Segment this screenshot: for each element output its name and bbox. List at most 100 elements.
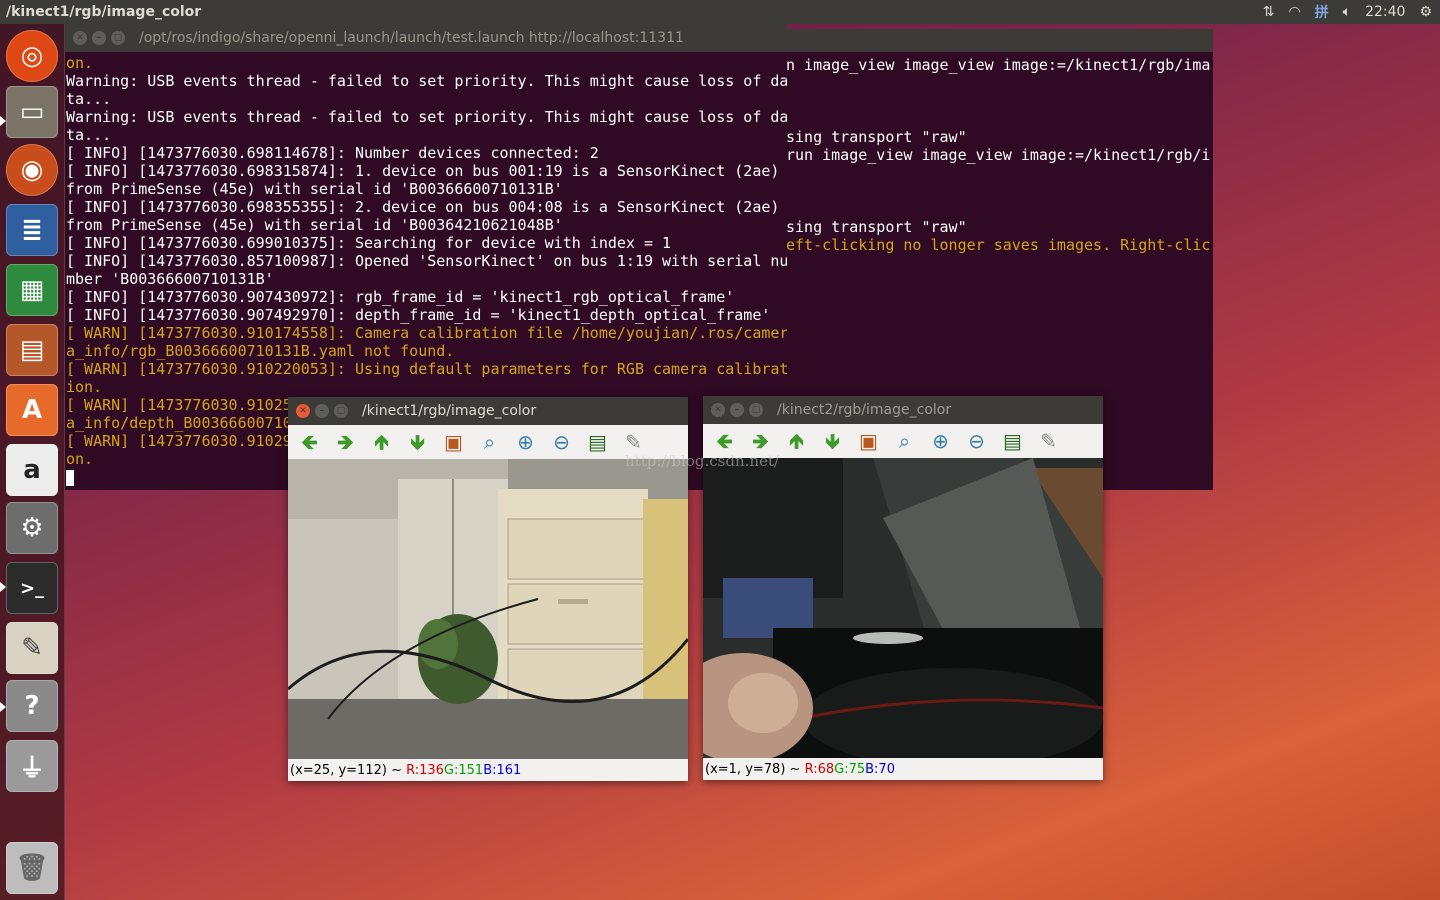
volume-icon[interactable]: 🔈︎ (1343, 4, 1351, 20)
maximize-icon[interactable]: ▢ (749, 403, 763, 417)
save-icon[interactable]: ▤ (999, 429, 1026, 453)
zoom-in-icon[interactable]: ⊕ (512, 430, 539, 454)
image-window-2-titlebar[interactable]: ✕ – ▢ /kinect2/rgb/image_color (703, 396, 1103, 424)
minimize-icon[interactable]: – (92, 31, 106, 45)
text-editor-icon[interactable]: ✎ (6, 622, 58, 674)
close-icon[interactable]: ✕ (73, 31, 87, 45)
help-icon[interactable]: ? (6, 680, 58, 732)
zoom-fit-icon[interactable]: ⌕ (476, 430, 503, 454)
impress-icon[interactable]: ▤ (6, 324, 58, 376)
arrow-up-icon[interactable]: 🡹 (368, 430, 395, 454)
software-center-icon[interactable]: A (6, 384, 58, 436)
indicator-area: ⇅ ◠ 拼 🔈︎ 22:40 ⚙ (1263, 0, 1432, 24)
terminal-line: eft-clicking no longer saves images. Rig… (786, 236, 1211, 254)
trash-icon[interactable]: 🗑︎ (6, 842, 58, 894)
image-window-1-title: /kinect1/rgb/image_color (362, 403, 537, 419)
zoom-out-icon[interactable]: ⊖ (963, 429, 990, 453)
close-icon[interactable]: ✕ (296, 404, 310, 418)
terminal-line: on. (66, 54, 94, 72)
image-window-2-status: (x=1, y=78) ~ R:68 G:75 B:70 (703, 758, 1103, 780)
top-panel: /kinect1/rgb/image_color ⇅ ◠ 拼 🔈︎ 22:40 … (0, 0, 1440, 24)
terminal-icon[interactable]: >_ (6, 562, 58, 614)
terminal-line: n image_view image_view image:=/kinect1/… (786, 56, 1211, 74)
image-icon[interactable]: ▣ (855, 429, 882, 453)
arrow-right-icon[interactable]: 🡺 (332, 430, 359, 454)
amazon-icon[interactable]: a (6, 444, 58, 496)
clock[interactable]: 22:40 (1365, 4, 1405, 20)
terminal-line: ta... (66, 126, 112, 144)
files-icon[interactable]: ▭ (6, 86, 58, 138)
terminal-title: /opt/ros/indigo/share/openni_launch/laun… (139, 30, 684, 46)
close-icon[interactable]: ✕ (711, 403, 725, 417)
pixel-coords: (x=1, y=78) ~ (705, 761, 805, 777)
maximize-icon[interactable]: ▢ (111, 31, 125, 45)
system-settings-icon[interactable]: ⚙ (6, 502, 58, 554)
terminal-line: [ INFO] [1473776030.907492970]: depth_fr… (66, 306, 771, 324)
launcher: ◎ ▭ ◉ ≣ ▦ ▤ A a ⚙ >_ ✎ ? ⏚ 🗑︎ (0, 24, 65, 900)
terminal-line: sing transport "raw" (786, 128, 967, 146)
arrow-down-icon[interactable]: 🡻 (819, 429, 846, 453)
save-icon[interactable]: ▤ (584, 430, 611, 454)
settings-gear-icon[interactable]: ⚙ (1419, 4, 1432, 20)
arrow-left-icon[interactable]: 🡸 (711, 429, 738, 453)
pixel-red: R:68 (804, 761, 835, 777)
terminal-line: [ INFO] [1473776030.857100987]: Opened '… (66, 252, 787, 270)
firefox-icon[interactable]: ◉ (6, 144, 58, 196)
camera-image-kinect2[interactable] (703, 458, 1103, 758)
terminal-line: ion. (66, 378, 103, 396)
terminal-line: from PrimeSense (45e) with serial id 'B0… (66, 216, 563, 234)
maximize-icon[interactable]: ▢ (334, 404, 348, 418)
wifi-icon[interactable]: ◠ (1288, 4, 1300, 20)
brush-icon[interactable]: ✎ (1035, 429, 1062, 453)
terminal-titlebar[interactable]: ✕ – ▢ /opt/ros/indigo/share/openni_launc… (65, 24, 787, 52)
zoom-fit-icon[interactable]: ⌕ (891, 429, 918, 453)
calc-icon[interactable]: ▦ (6, 264, 58, 316)
terminal-line: Warning: USB events thread - failed to s… (66, 108, 787, 126)
image-window-1-titlebar[interactable]: ✕ – ▢ /kinect1/rgb/image_color (288, 397, 688, 425)
arrow-right-icon[interactable]: 🡺 (747, 429, 774, 453)
arrow-down-icon[interactable]: 🡻 (404, 430, 431, 454)
arrow-left-icon[interactable]: 🡸 (296, 430, 323, 454)
pixel-green: G:75 (834, 761, 866, 777)
pixel-blue: B:70 (865, 761, 895, 777)
terminal-line: [ INFO] [1473776030.699010375]: Searchin… (66, 234, 672, 252)
terminal-line: [ INFO] [1473776030.907430972]: rgb_fram… (66, 288, 735, 306)
keyboard-input-icon[interactable]: 拼 (1315, 2, 1329, 22)
terminal-back-titlebar[interactable] (786, 29, 1213, 52)
usb-drive-icon[interactable]: ⏚ (6, 740, 58, 792)
brush-icon[interactable]: ✎ (620, 430, 647, 454)
terminal-line: from PrimeSense (45e) with serial id 'B0… (66, 180, 563, 198)
terminal-line: ta... (66, 90, 112, 108)
pixel-blue: B:161 (483, 762, 522, 778)
zoom-in-icon[interactable]: ⊕ (927, 429, 954, 453)
zoom-out-icon[interactable]: ⊖ (548, 430, 575, 454)
writer-icon[interactable]: ≣ (6, 204, 58, 256)
network-up-down-icon[interactable]: ⇅ (1263, 4, 1275, 20)
image-icon[interactable]: ▣ (440, 430, 467, 454)
terminal-line: [ INFO] [1473776030.698315874]: 1. devic… (66, 162, 780, 180)
terminal-line: [ INFO] [1473776030.698114678]: Number d… (66, 144, 599, 162)
minimize-icon[interactable]: – (315, 404, 329, 418)
terminal-line: mber 'B00366600710131B' (66, 270, 274, 288)
terminal-line: run image_view image_view image:=/kinect… (786, 146, 1211, 164)
image-window-1-status: (x=25, y=112) ~ R:136 G:151 B:161 (288, 759, 688, 781)
watermark: http://blog.csdn.net/ (625, 452, 780, 470)
ubuntu-dash-icon[interactable]: ◎ (6, 30, 58, 82)
terminal-line: [ INFO] [1473776030.698355355]: 2. devic… (66, 198, 780, 216)
arrow-up-icon[interactable]: 🡹 (783, 429, 810, 453)
pixel-green: G:151 (443, 762, 484, 778)
terminal-back-output: n image_view image_view image:=/kinect1/… (786, 52, 1213, 254)
minimize-icon[interactable]: – (730, 403, 744, 417)
terminal-line: Warning: USB events thread - failed to s… (66, 72, 787, 90)
camera-image-kinect1[interactable] (288, 459, 688, 759)
terminal-line: [ WARN] [1473776030.910220053]: Using de… (66, 360, 787, 378)
terminal-line: [ WARN] [1473776030.910174558]: Camera c… (66, 324, 787, 342)
terminal-line: a_info/rgb_B00366600710131B.yaml not fou… (66, 342, 455, 360)
terminal-line: sing transport "raw" (786, 218, 967, 236)
pixel-red: R:136 (406, 762, 444, 778)
